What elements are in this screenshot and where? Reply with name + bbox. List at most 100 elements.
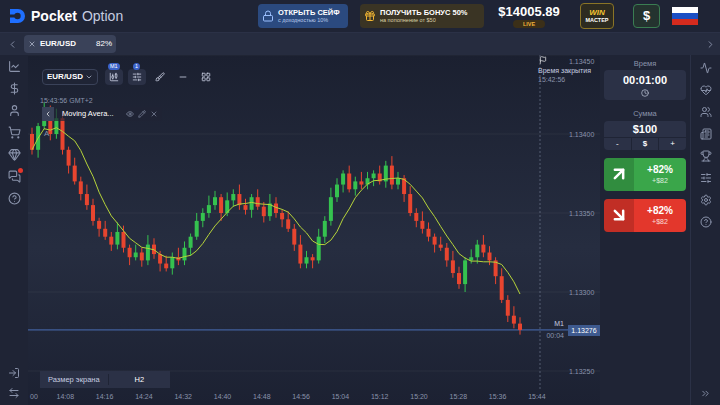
sidebar-item[interactable]	[7, 125, 21, 139]
sidebar-item[interactable]	[7, 103, 21, 117]
clock-icon[interactable]	[641, 89, 649, 97]
chart-clock: 15:43:56 GMT+2	[40, 96, 93, 107]
bonus-button[interactable]: ПОЛУЧИТЬ БОНУС 50%на пополнение от $50	[360, 4, 484, 28]
balance[interactable]: $14005.89LIVE	[494, 5, 564, 28]
candle	[353, 177, 357, 196]
bonus-subtitle: на пополнение от $50	[380, 18, 468, 24]
sidebar-item[interactable]	[7, 191, 21, 205]
candle	[433, 234, 437, 253]
chart-type-button[interactable]: M1	[105, 69, 123, 85]
candle	[115, 222, 119, 249]
rank-top: WIN	[589, 9, 605, 17]
rail-item[interactable]	[699, 127, 712, 140]
candle	[359, 172, 363, 189]
candle	[170, 253, 174, 275]
trading-app: PocketOptionОТКРЫТЬ СЕЙФс доходностью 10…	[0, 0, 720, 405]
candle	[256, 189, 260, 210]
rank-badge[interactable]: WINМАСТЕР	[580, 3, 614, 29]
sidebar-item[interactable]	[7, 169, 21, 183]
currency-button[interactable]: $	[631, 138, 660, 150]
trade-profit: +$82	[652, 177, 668, 184]
candle	[512, 306, 516, 328]
decrease-button[interactable]: -	[604, 138, 631, 150]
rail-item[interactable]	[699, 83, 712, 96]
candle	[305, 251, 309, 268]
candle	[329, 188, 333, 226]
indicators-button[interactable]: 1	[128, 69, 146, 85]
screen-size-value: H2	[108, 374, 170, 385]
moving-average-line	[32, 128, 520, 294]
sidebar-item[interactable]	[7, 81, 21, 95]
eye-icon[interactable]	[126, 110, 134, 118]
amount-field[interactable]: $100-$+	[604, 121, 686, 150]
sell-button[interactable]: +82%+$82	[604, 199, 686, 232]
rail-item[interactable]	[699, 149, 712, 162]
minus-icon	[178, 72, 188, 82]
price-gridline: 1.13300	[28, 289, 600, 296]
login-icon[interactable]	[8, 367, 20, 379]
screen-size-control[interactable]: Размер экранаH2	[40, 371, 170, 388]
left-sidebar	[0, 55, 28, 405]
indicators-icon	[132, 72, 142, 82]
candle	[378, 166, 382, 185]
sidebar-item[interactable]	[7, 59, 21, 73]
candle	[97, 218, 101, 237]
rail-item[interactable]	[699, 171, 712, 184]
layout-button[interactable]	[197, 69, 215, 85]
remove-icon[interactable]	[150, 110, 158, 118]
tabs-prev-button[interactable]	[0, 39, 24, 50]
candle	[262, 202, 266, 223]
safe-button[interactable]: ОТКРЫТЬ СЕЙФс доходностью 10%	[258, 4, 348, 28]
candle	[445, 243, 449, 267]
candle	[140, 248, 144, 267]
close-tab-icon[interactable]	[28, 40, 36, 48]
settings-sliders-icon	[700, 172, 712, 184]
chevron-right-icon	[705, 39, 716, 50]
collapse-rail-icon[interactable]	[700, 388, 711, 399]
tabs-next-button[interactable]	[700, 39, 720, 50]
time-tick: 14:24	[135, 393, 153, 400]
amount-label: Сумма	[604, 108, 686, 119]
social-icon	[700, 106, 712, 118]
pencil-icon[interactable]	[138, 110, 146, 118]
indicator-collapse-button[interactable]	[42, 107, 54, 121]
trade-payout: +82%	[647, 165, 673, 175]
amount-value: $100	[604, 121, 686, 137]
russia-flag-icon[interactable]	[672, 7, 698, 25]
candle	[506, 295, 510, 322]
time-tick: 14:56	[292, 393, 310, 400]
rail-item[interactable]	[699, 215, 712, 228]
candle	[79, 177, 83, 201]
price-tick: 1.13400	[569, 131, 594, 138]
deposit-button[interactable]: $	[633, 4, 660, 28]
language-button[interactable]	[672, 7, 698, 25]
current-price-line	[28, 329, 600, 330]
buy-button[interactable]: +82% +$82	[604, 158, 686, 191]
logo[interactable]: PocketOption	[8, 8, 258, 24]
sidebar-item[interactable]	[7, 147, 21, 161]
candle	[317, 229, 321, 264]
candle	[146, 235, 150, 265]
candle	[475, 240, 479, 264]
price-tick: 1.13300	[569, 289, 594, 296]
finance-icon	[8, 82, 21, 95]
rail-item[interactable]	[699, 193, 712, 206]
candle	[323, 216, 327, 243]
asset-tab[interactable]: EUR/USD82%	[24, 35, 116, 53]
rail-item[interactable]	[699, 105, 712, 118]
candle	[311, 254, 315, 268]
candle	[439, 237, 443, 251]
chart-area[interactable]: 1.134501.134001.133501.133001.132500014:…	[28, 55, 600, 405]
increase-button[interactable]: +	[659, 138, 686, 150]
rail-item[interactable]	[699, 61, 712, 74]
line-button[interactable]	[174, 69, 192, 85]
candle	[518, 317, 522, 334]
screen-size-label: Размер экрана	[40, 374, 108, 385]
drawing-button[interactable]	[151, 69, 169, 85]
arrow-left-right-icon[interactable]	[8, 387, 20, 399]
candle	[366, 172, 370, 189]
time-field[interactable]: 00:01:00	[604, 70, 686, 100]
candle	[134, 245, 138, 261]
asset-select[interactable]: EUR/USD	[42, 69, 98, 85]
time-tick: 14:16	[96, 393, 114, 400]
